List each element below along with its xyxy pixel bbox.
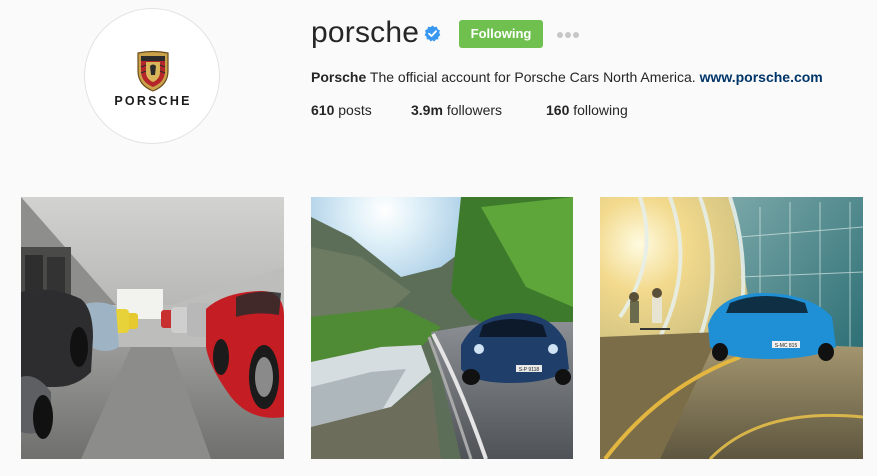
logo-wordmark: PORSCHE [114, 94, 191, 108]
followers-label: followers [446, 102, 503, 118]
profile-username: porsche [311, 16, 420, 49]
verified-badge-icon [424, 25, 441, 42]
following-stat[interactable]: 160 following [546, 101, 628, 119]
profile-avatar[interactable]: PORSCHE [84, 8, 220, 144]
license-plate: S-MC 815 [775, 343, 798, 349]
followers-count: 3.9m [411, 102, 443, 118]
bio-link[interactable]: www.porsche.com [700, 69, 823, 85]
post-thumbnail-macan[interactable]: S-MC 815 [600, 197, 863, 459]
macan-photo: S-MC 815 [600, 197, 863, 459]
showroom-photo [21, 197, 284, 459]
following-label: following [573, 102, 628, 118]
options-dot [573, 32, 579, 38]
followers-stat[interactable]: 3.9m followers [411, 101, 502, 119]
porsche-logo: PORSCHE [114, 50, 191, 108]
bio-text: The official account for Porsche Cars No… [369, 69, 696, 85]
post-thumbnail-showroom[interactable] [21, 197, 284, 459]
options-dot [565, 32, 571, 38]
bio-name: Porsche [311, 69, 367, 85]
more-options-icon[interactable] [557, 32, 579, 38]
mountain-road-photo: S-P 9118 [311, 197, 573, 459]
profile-bio: Porsche The official account for Porsche… [311, 68, 823, 86]
license-plate: S-P 9118 [519, 367, 540, 373]
posts-label: posts [338, 102, 372, 118]
posts-stat: 610 posts [311, 101, 372, 119]
following-button[interactable]: Following [459, 20, 543, 48]
profile-page: PORSCHE porsche Following Porsche The of… [0, 0, 877, 476]
posts-count: 610 [311, 102, 335, 118]
following-count: 160 [546, 102, 570, 118]
options-dot [557, 32, 563, 38]
post-thumbnail-mountain-road[interactable]: S-P 9118 [311, 197, 573, 459]
